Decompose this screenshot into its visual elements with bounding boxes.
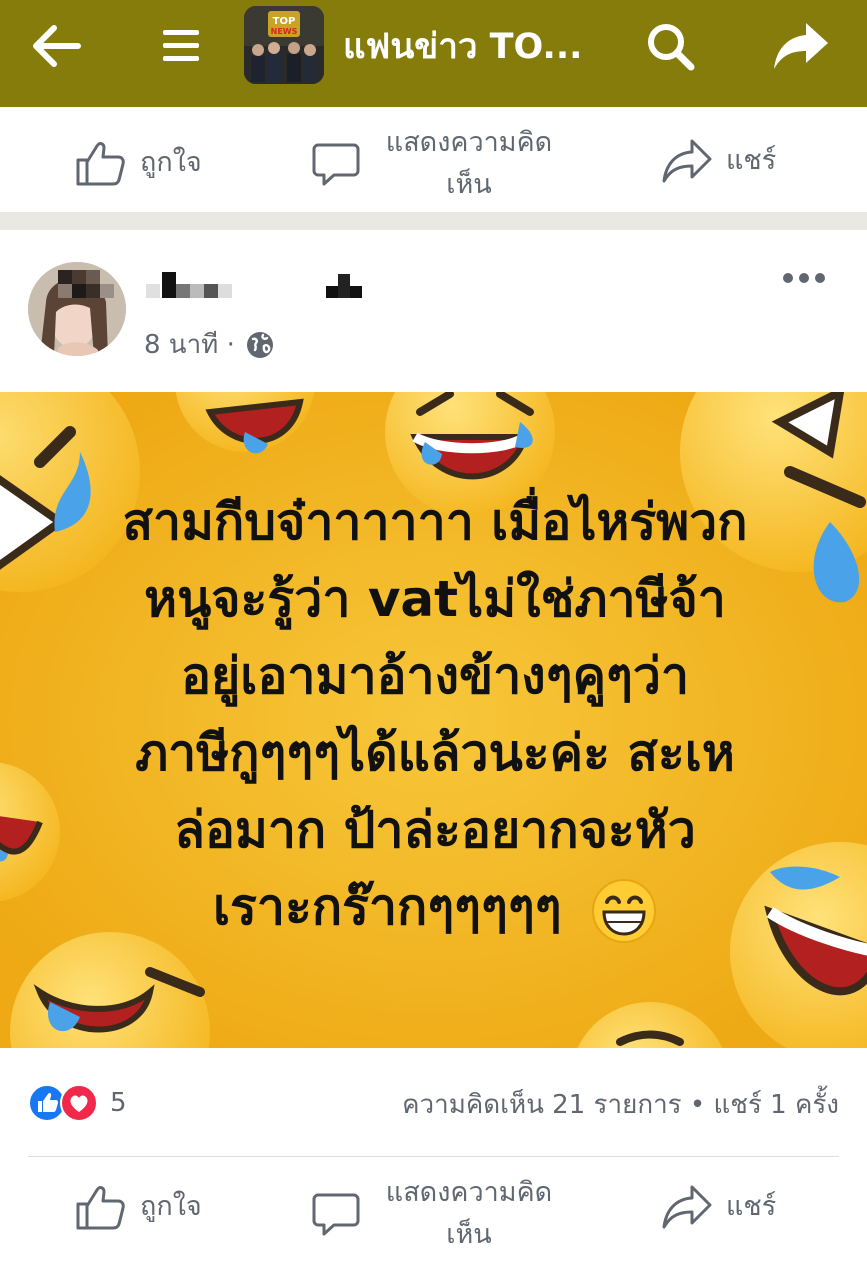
- redacted-name-pixels: [146, 272, 362, 298]
- top-action-row: ถูกใจ แสดงความคิดเห็น แชร์: [0, 108, 867, 212]
- share-button[interactable]: [768, 14, 834, 78]
- comments-shares-stats[interactable]: ความคิดเห็น 21 รายการ • แชร์ 1 ครั้ง: [402, 1084, 839, 1125]
- reaction-count: 5: [110, 1088, 127, 1118]
- search-button[interactable]: [638, 14, 702, 78]
- bottom-share-label: แชร์: [726, 1191, 777, 1222]
- post-text-line-2: หนูจะรู้ว่า vatไม่ใช่ภาษีจ้า: [144, 570, 726, 628]
- comment-bubble-icon: [312, 1193, 360, 1236]
- share-action-button[interactable]: แชร์: [662, 138, 776, 184]
- bottom-like-label: ถูกใจ: [140, 1191, 202, 1222]
- author-photo: [28, 262, 126, 356]
- comment-button[interactable]: แสดงความคิดเห็น: [312, 122, 564, 206]
- app-header: TOP NEWS แฟนข่าว TO...: [0, 0, 867, 107]
- grinning-face-icon: [592, 878, 657, 943]
- post-text: สามกีบจ๋าาาาาา เมื่อไหร่พวก หนูจะรู้ว่า …: [40, 484, 830, 946]
- share-arrow-outline-icon: [662, 1185, 712, 1229]
- post-time: 8 นาที ·: [144, 324, 275, 365]
- menu-button[interactable]: [150, 18, 212, 74]
- bottom-comment-label: แสดงความคิดเห็น: [385, 1177, 553, 1250]
- post-text-line-5: ล่อมาก ป้าล่ะอยากจะหัว: [174, 801, 696, 859]
- more-options-button[interactable]: [776, 258, 832, 298]
- bottom-like-button[interactable]: ถูกใจ: [76, 1184, 202, 1230]
- comment-bubble-icon: [312, 143, 360, 186]
- section-divider: [0, 212, 867, 230]
- post-text-line-6-wrap: เราะกร๊ากๆๆๆๆๆ: [40, 869, 830, 946]
- like-button[interactable]: ถูกใจ: [76, 140, 202, 186]
- arrow-left-icon: [33, 25, 81, 67]
- back-button[interactable]: [22, 18, 90, 74]
- love-reaction-icon: [60, 1084, 98, 1122]
- footer-divider: [28, 1156, 839, 1157]
- reactions-summary[interactable]: 5: [28, 1084, 127, 1122]
- share-arrow-icon: [774, 23, 828, 69]
- share-arrow-outline-icon: [662, 139, 712, 183]
- svg-text:TOP: TOP: [273, 16, 296, 27]
- page-title[interactable]: แฟนข่าว TO...: [343, 24, 623, 70]
- author-avatar[interactable]: [28, 262, 126, 356]
- thumbs-up-icon: [76, 1186, 125, 1230]
- comment-label: แสดงความคิดเห็น: [385, 127, 553, 200]
- more-horizontal-icon: [783, 273, 825, 283]
- post-text-line-6: เราะกร๊ากๆๆๆๆๆ: [212, 878, 562, 936]
- hamburger-menu-icon: [163, 30, 199, 61]
- page-avatar[interactable]: TOP NEWS: [244, 6, 324, 84]
- top-news-logo: TOP NEWS: [244, 6, 324, 84]
- bottom-comment-button[interactable]: แสดงความคิดเห็น: [312, 1172, 564, 1256]
- post-text-line-1: สามกีบจ๋าาาาาา เมื่อไหร่พวก: [122, 493, 748, 551]
- bottom-action-row: ถูกใจ แสดงความคิดเห็น แชร์: [0, 1158, 867, 1262]
- svg-text:NEWS: NEWS: [271, 27, 298, 36]
- author-name-redacted[interactable]: [146, 268, 386, 302]
- post-image[interactable]: สามกีบจ๋าาาาาา เมื่อไหร่พวก หนูจะรู้ว่า …: [0, 392, 867, 1048]
- post-text-line-4: ภาษีกูๆๆๆได้แล้วนะค่ะ สะเห: [135, 724, 735, 782]
- post-text-line-3: อยู่เอามาอ้างข้างๆคูๆว่า: [180, 647, 690, 705]
- search-icon: [648, 24, 695, 71]
- globe-icon: [246, 331, 273, 358]
- like-label: ถูกใจ: [140, 147, 202, 178]
- bottom-share-button[interactable]: แชร์: [662, 1184, 776, 1230]
- thumbs-up-icon: [76, 142, 125, 186]
- share-label: แชร์: [726, 145, 777, 176]
- post-time-label: 8 นาที ·: [144, 330, 235, 360]
